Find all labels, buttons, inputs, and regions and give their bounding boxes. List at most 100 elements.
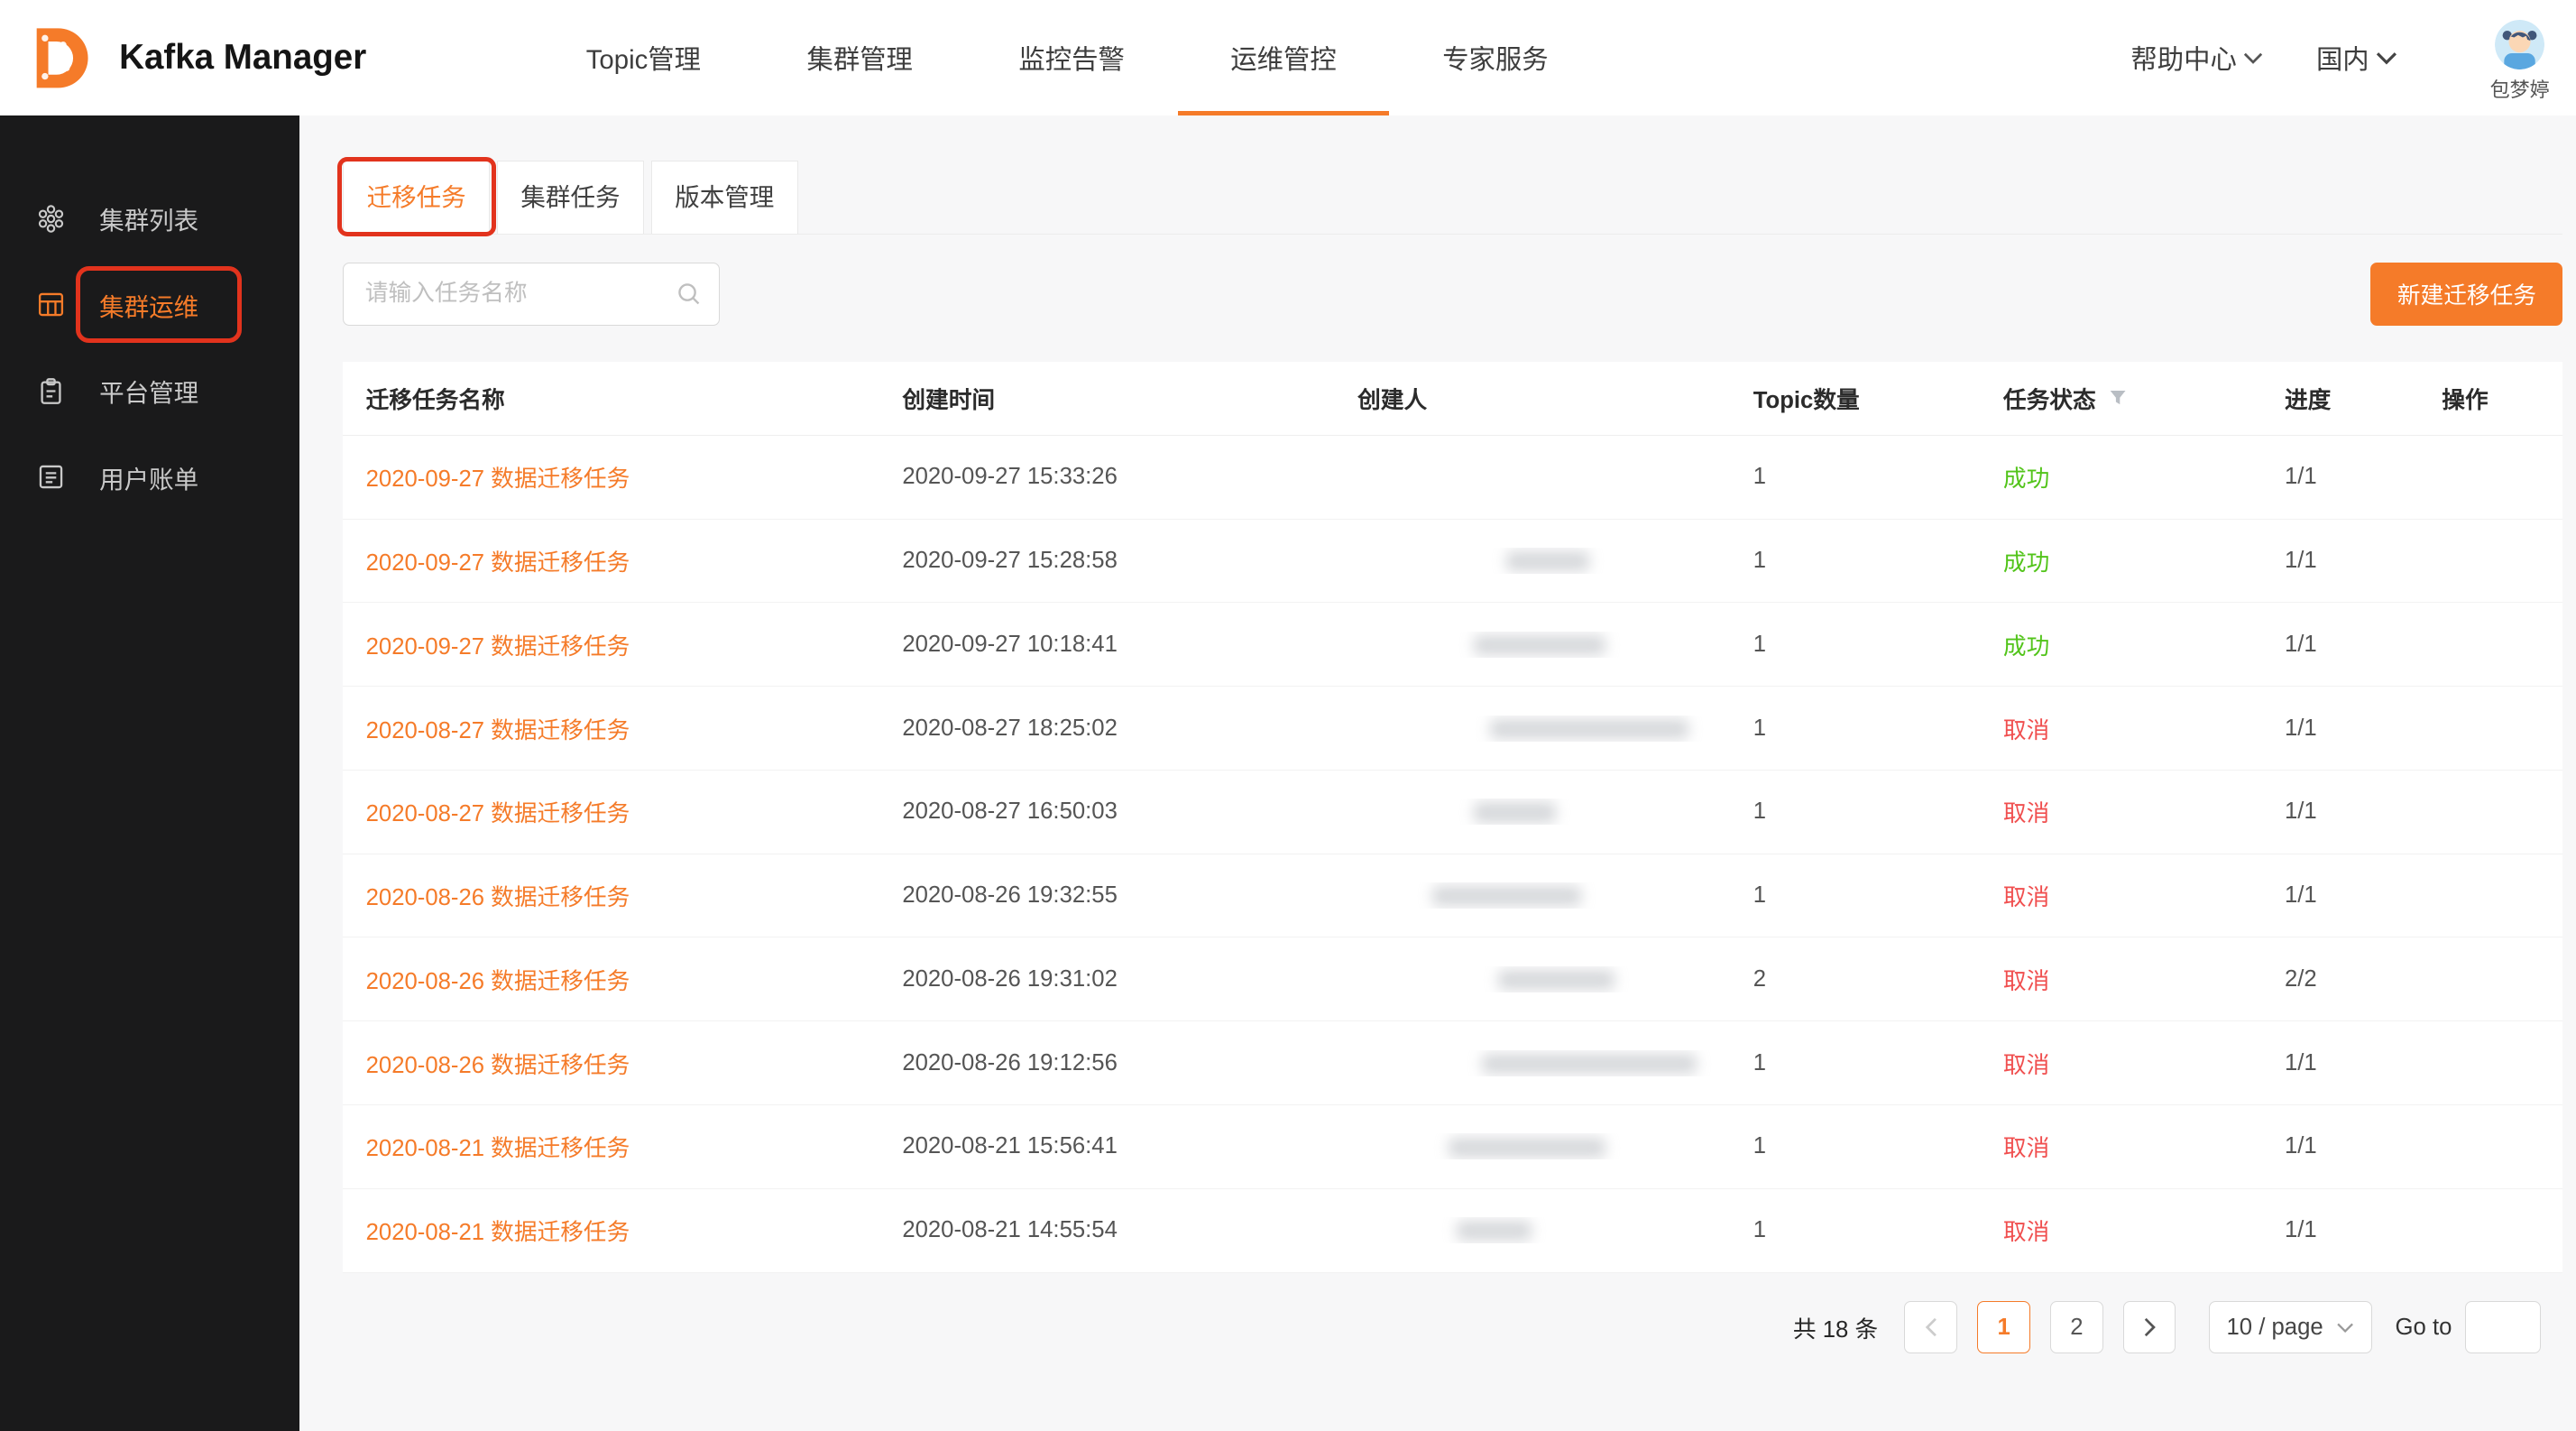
task-name-link[interactable]: 2020-08-21 数据迁移任务 (366, 1220, 630, 1245)
creator-redacted-blur (1490, 719, 1688, 739)
created-time: 2020-08-27 16:50:03 (902, 799, 1357, 825)
task-status: 取消 (2003, 969, 2049, 994)
topic-count: 1 (1753, 799, 2003, 825)
table-row: 2020-08-21 数据迁移任务 2020-08-21 14:55:54 1 … (343, 1189, 2562, 1273)
task-status: 成功 (2003, 466, 2049, 492)
creator-cell (1357, 1217, 1753, 1243)
creator-redacted-blur (1482, 1054, 1697, 1074)
nav-ops-control[interactable]: 运维管控 (1178, 0, 1390, 115)
table-row: 2020-08-21 数据迁移任务 2020-08-21 15:56:41 1 … (343, 1105, 2562, 1189)
sidebar-item-label: 集群列表 (99, 200, 198, 236)
chevron-down-icon (2336, 1322, 2354, 1334)
task-name-link[interactable]: 2020-08-26 数据迁移任务 (366, 885, 630, 910)
progress: 1/1 (2285, 1050, 2442, 1076)
nav-topic-manage[interactable]: Topic管理 (533, 0, 754, 115)
page-size-select[interactable]: 10 / page (2209, 1301, 2372, 1354)
search-icon[interactable] (676, 282, 702, 307)
nav-expert-service[interactable]: 专家服务 (1389, 0, 1601, 115)
help-center-label: 帮助中心 (2130, 39, 2236, 77)
task-status: 取消 (2003, 1220, 2049, 1245)
sidebar-item-user-bill[interactable]: 用户账单 (0, 434, 299, 520)
platform-manage-icon (36, 376, 66, 406)
progress: 1/1 (2285, 1217, 2442, 1243)
tab-migration-task[interactable]: 迁移任务 (343, 161, 490, 234)
task-status: 取消 (2003, 885, 2049, 910)
task-name-link[interactable]: 2020-08-27 数据迁移任务 (366, 718, 630, 743)
creator-cell (1357, 548, 1753, 574)
table-row: 2020-08-26 数据迁移任务 2020-08-26 19:12:56 1 … (343, 1021, 2562, 1105)
task-name-link[interactable]: 2020-09-27 数据迁移任务 (366, 634, 630, 660)
task-status: 取消 (2003, 801, 2049, 826)
task-name-link[interactable]: 2020-09-27 数据迁移任务 (366, 466, 630, 492)
sidebar-item-cluster-list[interactable]: 集群列表 (0, 176, 299, 262)
creator-cell (1357, 632, 1753, 658)
topic-count: 1 (1753, 632, 2003, 658)
sidebar-item-platform-manage[interactable]: 平台管理 (0, 347, 299, 433)
topic-count: 1 (1753, 882, 2003, 909)
task-name-link[interactable]: 2020-08-26 数据迁移任务 (366, 969, 630, 994)
col-action: 操作 (2442, 382, 2562, 415)
tab-version-manage[interactable]: 版本管理 (651, 161, 798, 234)
top-nav: Topic管理 集群管理 监控告警 运维管控 专家服务 (533, 0, 1601, 115)
created-time: 2020-09-27 10:18:41 (902, 632, 1357, 658)
creator-redacted-blur (1432, 886, 1581, 906)
creator-redacted-blur (1457, 1221, 1532, 1241)
app-logo-icon[interactable] (23, 22, 97, 95)
created-time: 2020-08-26 19:31:02 (902, 966, 1357, 992)
creator-cell (1357, 966, 1753, 992)
creator-redacted-blur (1449, 1138, 1605, 1158)
task-name-link[interactable]: 2020-08-26 数据迁移任务 (366, 1053, 630, 1078)
search-input[interactable] (362, 280, 676, 309)
region-selector[interactable]: 国内 (2316, 39, 2397, 77)
page-button-1[interactable]: 1 (1977, 1301, 2030, 1354)
user-profile[interactable]: 包梦婷 (2490, 13, 2550, 103)
help-center-menu[interactable]: 帮助中心 (2130, 39, 2263, 77)
main-content: 迁移任务 集群任务 版本管理 新建迁移任务 (299, 115, 2576, 1430)
goto-page-input[interactable] (2465, 1301, 2541, 1354)
cluster-list-icon (36, 204, 66, 234)
table-row: 2020-08-27 数据迁移任务 2020-08-27 18:25:02 1 … (343, 687, 2562, 771)
sidebar-item-label: 平台管理 (99, 373, 198, 409)
sidebar-item-cluster-ops[interactable]: 集群运维 (0, 262, 299, 347)
chevron-down-icon (2243, 51, 2263, 65)
table-body: 2020-09-27 数据迁移任务 2020-09-27 15:33:26 1 … (343, 436, 2562, 1273)
task-status: 取消 (2003, 1053, 2049, 1078)
topic-count: 1 (1753, 464, 2003, 490)
table-row: 2020-09-27 数据迁移任务 2020-09-27 10:18:41 1 … (343, 603, 2562, 687)
app-title: Kafka Manager (119, 38, 366, 78)
nav-monitor-alert[interactable]: 监控告警 (966, 0, 1178, 115)
pagination-total: 共 18 条 (1793, 1311, 1878, 1344)
tab-label: 集群任务 (520, 183, 620, 211)
table-row: 2020-08-26 数据迁移任务 2020-08-26 19:32:55 1 … (343, 854, 2562, 938)
sidebar-item-label: 用户账单 (99, 459, 198, 495)
progress: 1/1 (2285, 799, 2442, 825)
page-button-2[interactable]: 2 (2050, 1301, 2103, 1354)
task-status: 成功 (2003, 550, 2049, 576)
creator-redacted-blur (1474, 802, 1557, 822)
new-migration-task-button[interactable]: 新建迁移任务 (2370, 263, 2562, 326)
table-row: 2020-08-27 数据迁移任务 2020-08-27 16:50:03 1 … (343, 771, 2562, 854)
avatar (2495, 20, 2544, 69)
progress: 2/2 (2285, 966, 2442, 992)
tab-bar: 迁移任务 集群任务 版本管理 (343, 161, 2562, 235)
pagination: 共 18 条 1 2 10 / page Go to (343, 1301, 2562, 1354)
task-name-link[interactable]: 2020-08-21 数据迁移任务 (366, 1136, 630, 1161)
progress: 1/1 (2285, 464, 2442, 490)
toolbar: 新建迁移任务 (343, 263, 2562, 326)
next-page-button[interactable] (2123, 1301, 2176, 1354)
filter-icon[interactable] (2109, 389, 2127, 407)
created-time: 2020-09-27 15:33:26 (902, 464, 1357, 490)
prev-page-button[interactable] (1904, 1301, 1957, 1354)
created-time: 2020-08-26 19:12:56 (902, 1050, 1357, 1076)
task-name-link[interactable]: 2020-09-27 数据迁移任务 (366, 550, 630, 576)
goto-label: Go to (2396, 1315, 2452, 1341)
table-row: 2020-09-27 数据迁移任务 2020-09-27 15:33:26 1 … (343, 436, 2562, 520)
nav-cluster-manage[interactable]: 集群管理 (754, 0, 966, 115)
created-time: 2020-08-27 18:25:02 (902, 716, 1357, 742)
task-name-link[interactable]: 2020-08-27 数据迁移任务 (366, 801, 630, 826)
table-row: 2020-09-27 数据迁移任务 2020-09-27 15:28:58 1 … (343, 520, 2562, 604)
col-creator: 创建人 (1357, 382, 1753, 415)
tab-cluster-task[interactable]: 集群任务 (497, 161, 644, 234)
topic-count: 1 (1753, 1050, 2003, 1076)
created-time: 2020-09-27 15:28:58 (902, 548, 1357, 574)
